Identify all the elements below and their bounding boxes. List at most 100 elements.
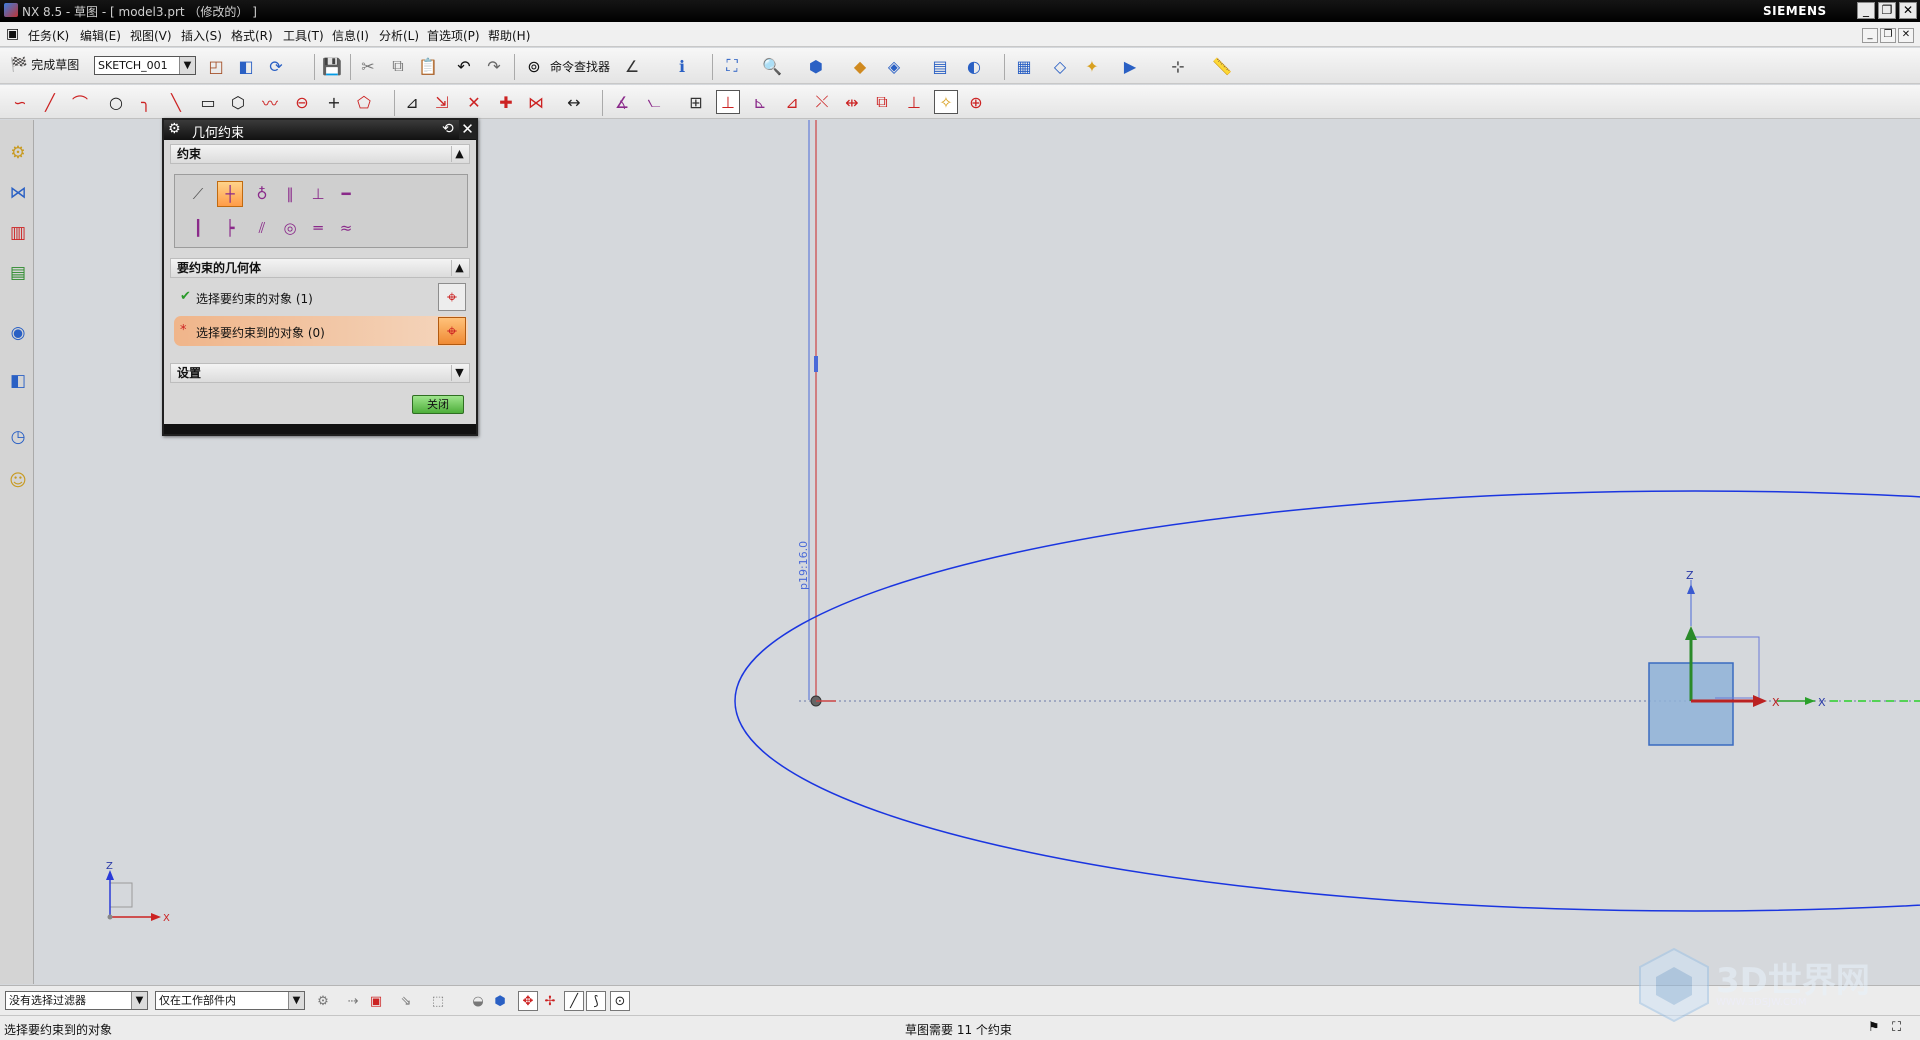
- task-environment-icon[interactable]: ▣: [6, 26, 19, 42]
- fit-view-icon[interactable]: ⛶: [720, 54, 744, 78]
- part-navigator-icon[interactable]: ▦: [1012, 54, 1036, 78]
- profile-icon[interactable]: ∽: [8, 90, 32, 114]
- crosshair-icon[interactable]: ⌖: [438, 283, 466, 311]
- point-icon[interactable]: +: [322, 90, 346, 114]
- minimize-button[interactable]: _: [1857, 2, 1875, 19]
- menu-tools[interactable]: 工具(T): [283, 27, 324, 44]
- mirror-curve-icon[interactable]: ⋈: [524, 90, 548, 114]
- gear-icon[interactable]: ⚙: [168, 121, 181, 137]
- perpendicular-constraint-icon[interactable]: ⊥: [305, 181, 331, 207]
- menu-view[interactable]: 视图(V): [130, 27, 172, 44]
- geometric-constraint-icon[interactable]: ⊥: [716, 90, 740, 114]
- feature-select-icon[interactable]: ◒: [468, 991, 488, 1011]
- snap-on-curve-icon[interactable]: ╱: [564, 991, 584, 1011]
- equal-length-constraint-icon[interactable]: ═: [305, 215, 331, 241]
- sketch-plane-icon[interactable]: ∠: [620, 54, 644, 78]
- line-icon[interactable]: ╱: [38, 90, 62, 114]
- doc-minimize-button[interactable]: _: [1862, 28, 1878, 43]
- rapid-dimension-icon[interactable]: ↔: [562, 90, 586, 114]
- horizontal-constraint-icon[interactable]: ━: [333, 181, 359, 207]
- constraint-display-icon[interactable]: ⊞: [684, 90, 708, 114]
- quick-trim-icon[interactable]: ⊿: [400, 90, 424, 114]
- chevron-down-icon[interactable]: ▼: [451, 365, 467, 381]
- dialog-header[interactable]: ⚙ 几何约束 ⟲ ✕: [164, 120, 476, 141]
- info-icon[interactable]: ℹ: [670, 54, 694, 78]
- select-target-row[interactable]: * 选择要约束到的对象 (0) ⌖: [174, 316, 468, 346]
- selection-mode-icon[interactable]: ▶: [1118, 54, 1142, 78]
- body-select-icon[interactable]: ⬢: [490, 991, 510, 1011]
- circle-icon[interactable]: ○: [104, 90, 128, 114]
- make-corner-icon[interactable]: ✕: [462, 90, 486, 114]
- restore-button[interactable]: ❐: [1878, 2, 1896, 19]
- concentric-constraint-icon[interactable]: ◎: [277, 215, 303, 241]
- snap-midpoint-icon[interactable]: ✢: [540, 991, 560, 1011]
- auto-inferred-icon[interactable]: ✧: [934, 90, 958, 114]
- spline-icon[interactable]: 〰: [258, 90, 282, 114]
- part-navigator-icon[interactable]: ▥: [6, 220, 30, 246]
- show-constraints-icon[interactable]: ⊾: [748, 90, 772, 114]
- chevron-up-icon[interactable]: ▲: [451, 146, 467, 162]
- dimension-label[interactable]: p19:16.0: [797, 541, 810, 590]
- selection-scope-select[interactable]: 仅在工作部件内 ▼: [155, 991, 305, 1010]
- assembly-navigator-icon[interactable]: ⚙: [6, 140, 30, 166]
- constraint-navigator-icon[interactable]: ⋈: [6, 180, 30, 206]
- edge-display-icon[interactable]: ◆: [848, 54, 872, 78]
- section-settings-header[interactable]: 设置 ▼: [170, 363, 470, 383]
- finish-sketch-button[interactable]: 🏁 完成草图: [10, 56, 79, 73]
- arc-icon[interactable]: ⌒: [68, 90, 92, 114]
- measure-icon[interactable]: ⊹: [1166, 54, 1190, 78]
- close-window-button[interactable]: ✕: [1899, 2, 1917, 19]
- redo-icon[interactable]: ↷: [482, 54, 506, 78]
- point-on-curve-constraint-icon[interactable]: ┼: [217, 181, 243, 207]
- convert-reference-icon[interactable]: ⧉: [870, 90, 894, 114]
- snap-arc-center-icon[interactable]: ⟆: [586, 991, 606, 1011]
- ruler-icon[interactable]: 📏: [1210, 54, 1234, 78]
- equal-radius-constraint-icon[interactable]: ≈: [333, 215, 359, 241]
- radius-dimension-icon[interactable]: ⦦: [642, 90, 666, 114]
- history-icon[interactable]: ◧: [6, 368, 30, 394]
- create-inferred-icon[interactable]: ⊕: [964, 90, 988, 114]
- roles-icon[interactable]: ☺: [6, 468, 30, 494]
- snap-center-icon[interactable]: ⊙: [610, 991, 630, 1011]
- menu-help[interactable]: 帮助(H): [488, 27, 530, 44]
- reuse-library-icon[interactable]: ▤: [6, 260, 30, 286]
- orient-view-icon[interactable]: ◈: [882, 54, 906, 78]
- fillet-icon[interactable]: ╮: [134, 90, 158, 114]
- reset-icon[interactable]: ⟲: [442, 121, 454, 137]
- orient-to-model-icon[interactable]: ◧: [234, 54, 258, 78]
- menu-insert[interactable]: 插入(S): [181, 27, 222, 44]
- zoom-icon[interactable]: 🔍: [760, 54, 784, 78]
- vertical-constraint-icon[interactable]: ┃: [185, 215, 211, 241]
- select-object-row[interactable]: ✔ 选择要约束的对象 (1) ⌖: [174, 282, 468, 312]
- sketch-name-select[interactable]: SKETCH_001 ▼: [94, 56, 196, 75]
- close-icon[interactable]: ✕: [459, 120, 476, 139]
- ellipse-icon[interactable]: ⊖: [290, 90, 314, 114]
- chevron-up-icon[interactable]: ▲: [451, 260, 467, 276]
- doc-restore-button[interactable]: ❐: [1880, 28, 1896, 43]
- web-browser-icon[interactable]: ◉: [6, 320, 30, 346]
- menu-preferences[interactable]: 首选项(P): [427, 27, 480, 44]
- auto-constrain-icon[interactable]: ⊿: [780, 90, 804, 114]
- alternate-solution-icon[interactable]: ⊥: [902, 90, 926, 114]
- work-layer-icon[interactable]: ▤: [928, 54, 952, 78]
- crosshair-icon[interactable]: ⌖: [438, 317, 466, 345]
- menu-task[interactable]: 任务(K): [28, 27, 69, 44]
- menu-info[interactable]: 信息(I): [332, 27, 369, 44]
- animate-dimension-icon[interactable]: ⇹: [840, 90, 864, 114]
- quick-extend-icon[interactable]: ⇲: [430, 90, 454, 114]
- offset-curve-icon[interactable]: ⬠: [352, 90, 376, 114]
- general-select-icon[interactable]: ⇢: [343, 991, 363, 1011]
- tangent-constraint-icon[interactable]: ♁: [249, 181, 275, 207]
- type-filter-select[interactable]: 没有选择过滤器 ▼: [5, 991, 148, 1010]
- undo-icon[interactable]: ↶: [452, 54, 476, 78]
- section-constraints-header[interactable]: 约束 ▲: [170, 144, 470, 164]
- select-all-icon[interactable]: ▣: [366, 991, 386, 1011]
- section-view-icon[interactable]: ◐: [962, 54, 986, 78]
- doc-close-button[interactable]: ✕: [1898, 28, 1914, 43]
- section-geometry-header[interactable]: 要约束的几何体 ▲: [170, 258, 470, 278]
- fullscreen-icon[interactable]: ⛶: [1892, 1020, 1901, 1035]
- angle-dimension-icon[interactable]: ∡: [610, 90, 634, 114]
- snap-endpoint-icon[interactable]: ✥: [518, 991, 538, 1011]
- flag-icon[interactable]: ⚑: [1868, 1020, 1880, 1035]
- rectangle-icon[interactable]: ▭: [196, 90, 220, 114]
